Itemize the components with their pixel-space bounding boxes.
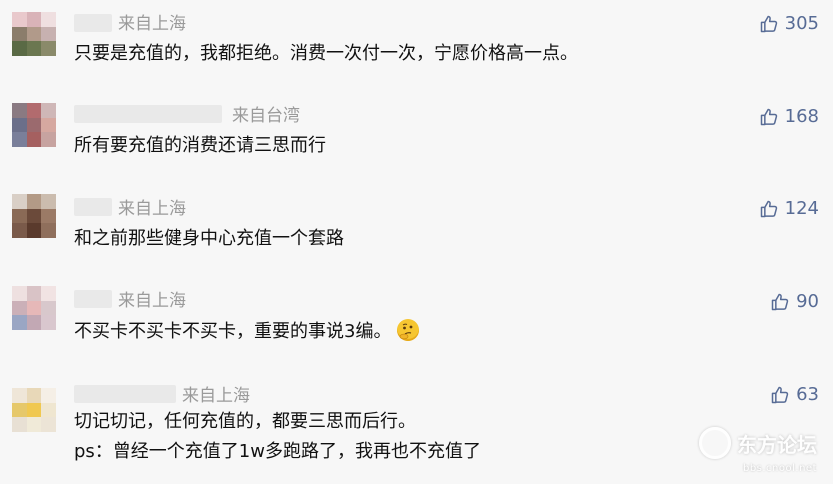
avatar[interactable] xyxy=(12,286,56,330)
like-button[interactable]: 63 xyxy=(770,384,819,405)
like-count: 90 xyxy=(796,291,819,312)
avatar[interactable] xyxy=(12,194,56,238)
comment-text-line-2: ps：曾经一个充值了1w多跑路了，我再也不充值了 xyxy=(74,441,481,462)
thumbs-up-icon xyxy=(771,293,789,310)
thumbs-up-icon xyxy=(760,200,777,217)
comment-text: 切记切记，任何充值的，都要三思而后行。 xyxy=(74,411,416,432)
thumbs-up-icon xyxy=(760,15,777,32)
username-redacted[interactable] xyxy=(74,385,176,403)
username-redacted[interactable] xyxy=(74,198,112,216)
username-redacted[interactable] xyxy=(74,14,112,32)
location-label: 来自上海 xyxy=(182,386,250,406)
like-button[interactable]: 168 xyxy=(759,106,819,127)
location-label: 来自上海 xyxy=(118,14,186,34)
watermark-brand: 东方论坛 xyxy=(737,432,817,457)
thumbs-up-icon xyxy=(760,108,777,125)
like-count: 168 xyxy=(784,106,819,127)
location-label: 来自台湾 xyxy=(232,106,300,126)
comment-text: 和之前那些健身中心充值一个套路 xyxy=(74,228,344,249)
avatar[interactable] xyxy=(12,103,56,147)
username-redacted[interactable] xyxy=(74,290,112,308)
avatar[interactable] xyxy=(12,12,56,56)
thinking-face-icon xyxy=(397,319,420,341)
like-count: 124 xyxy=(784,198,819,219)
location-label: 来自上海 xyxy=(118,199,186,219)
like-button[interactable]: 90 xyxy=(770,291,819,312)
watermark: 东方论坛 bbs.cnool.net xyxy=(699,427,817,474)
thumbs-up-icon xyxy=(771,386,789,403)
logo-icon xyxy=(699,427,731,459)
comment-text: 不买卡不买卡不买卡，重要的事说3编。 xyxy=(74,319,420,344)
like-button[interactable]: 305 xyxy=(759,13,819,34)
username-redacted[interactable] xyxy=(74,105,222,123)
like-button[interactable]: 124 xyxy=(759,198,819,219)
comment-text: 所有要充值的消费还请三思而行 xyxy=(74,135,326,156)
location-label: 来自上海 xyxy=(118,291,186,311)
watermark-logo: 东方论坛 xyxy=(699,427,817,459)
comment-text: 只要是充值的，我都拒绝。消费一次付一次，宁愿价格高一点。 xyxy=(74,43,578,64)
like-count: 305 xyxy=(784,13,819,34)
avatar[interactable] xyxy=(12,388,56,432)
like-count: 63 xyxy=(796,384,819,405)
comment-text-body: 不买卡不买卡不买卡，重要的事说3编。 xyxy=(74,321,392,342)
watermark-url: bbs.cnool.net xyxy=(742,463,817,474)
